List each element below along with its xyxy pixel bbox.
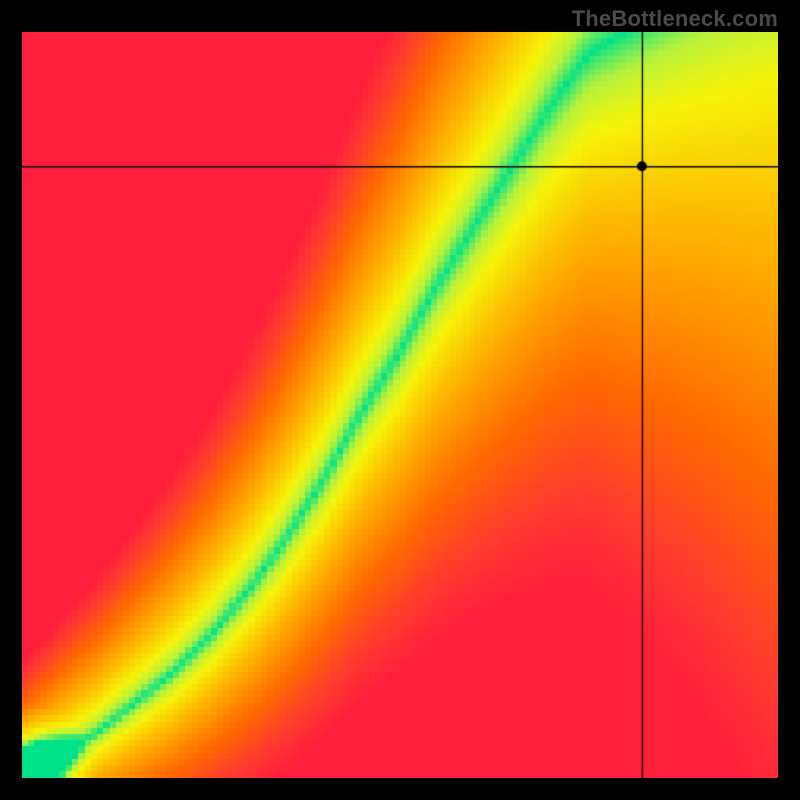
- plot-area: [22, 32, 778, 778]
- watermark-text: TheBottleneck.com: [572, 6, 778, 32]
- chart-frame: TheBottleneck.com: [0, 0, 800, 800]
- heatmap-canvas: [22, 32, 778, 778]
